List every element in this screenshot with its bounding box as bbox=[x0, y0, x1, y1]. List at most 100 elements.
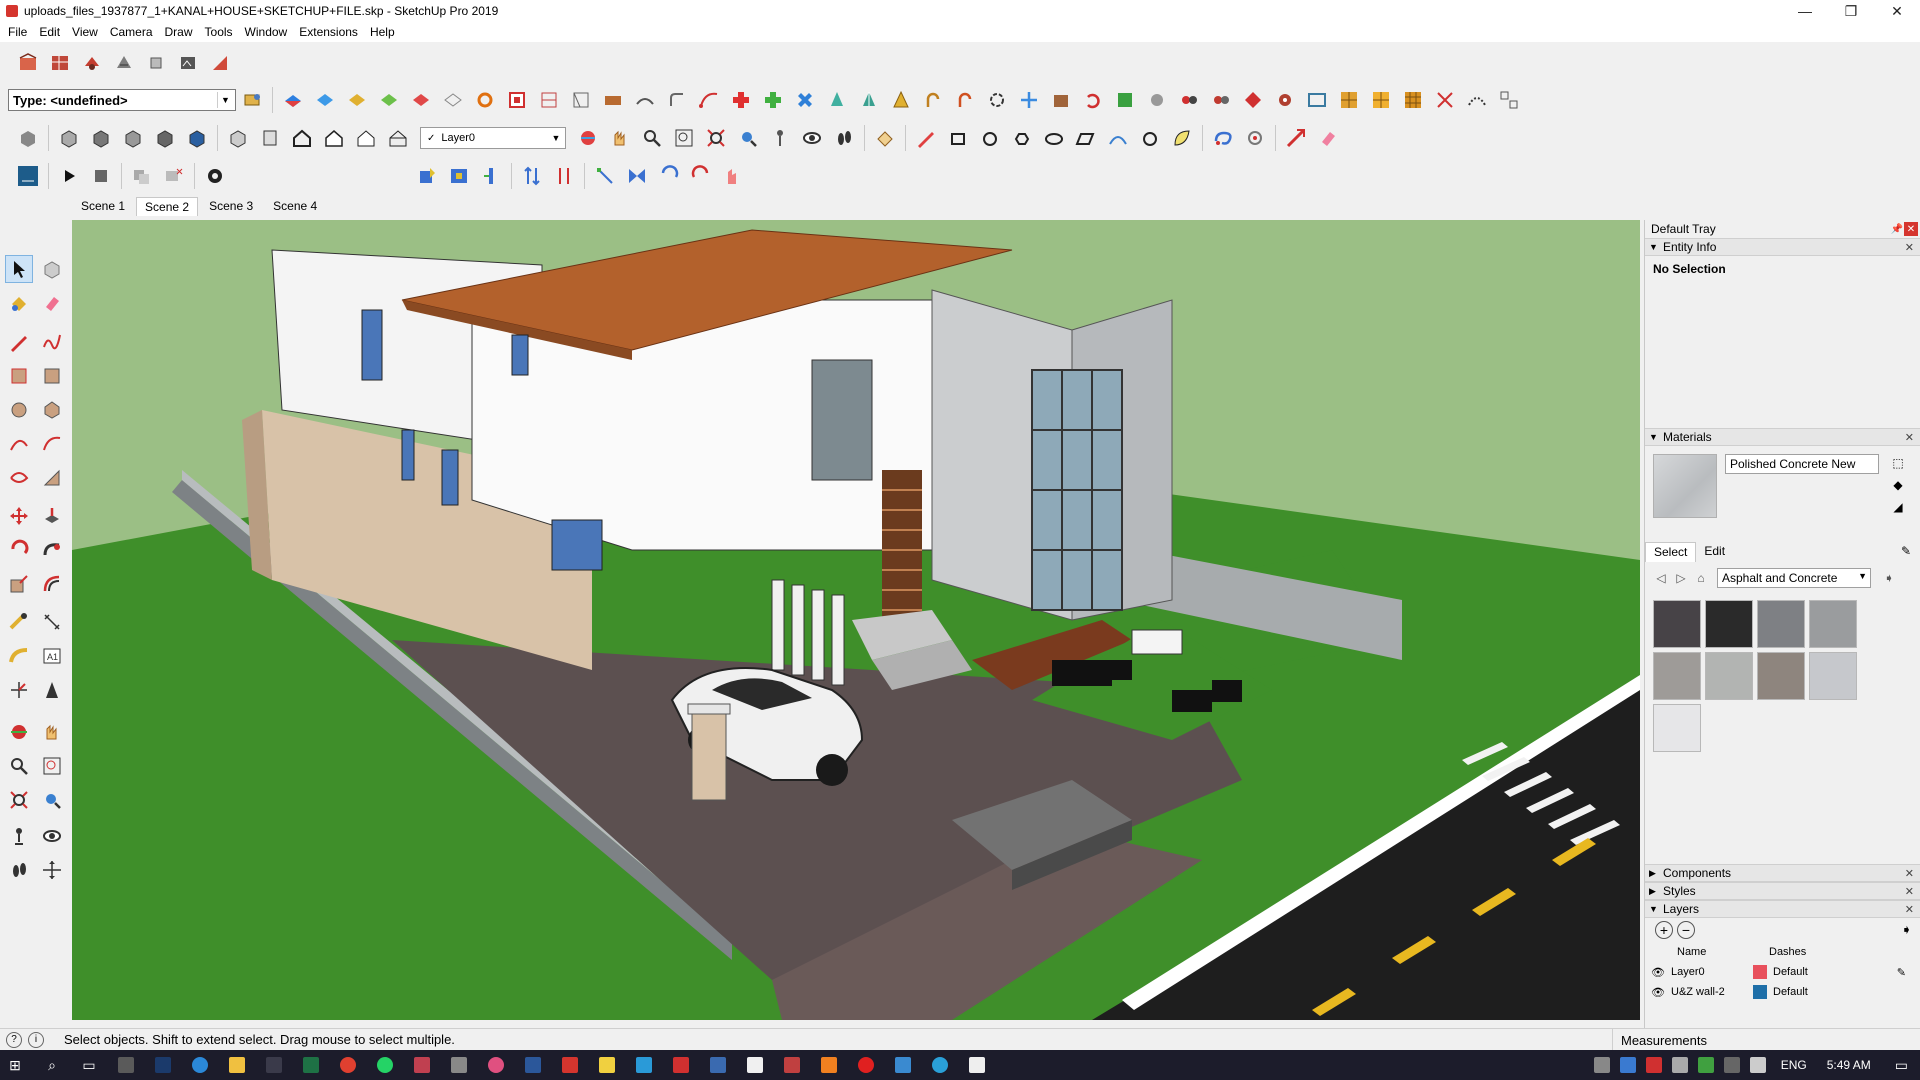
menu-tools[interactable]: Tools bbox=[201, 25, 241, 39]
bricks-icon[interactable] bbox=[599, 86, 627, 114]
forward-arrow-icon[interactable]: ▷ bbox=[1671, 568, 1691, 588]
zoom-tool-icon[interactable] bbox=[5, 752, 33, 780]
opera-icon[interactable] bbox=[851, 1050, 881, 1080]
close-icon[interactable]: ✕ bbox=[1904, 222, 1918, 236]
rotated-rectangle-icon[interactable] bbox=[38, 362, 66, 390]
axes-icon[interactable] bbox=[5, 676, 33, 704]
layer-color-swatch[interactable] bbox=[1753, 965, 1767, 979]
windows-start-icon[interactable]: ⊞ bbox=[0, 1050, 30, 1080]
previous-tool-icon[interactable] bbox=[38, 786, 66, 814]
close-icon[interactable]: ✕ bbox=[1905, 431, 1914, 444]
tree-green-icon[interactable] bbox=[1111, 86, 1139, 114]
edge-icon[interactable] bbox=[185, 1050, 215, 1080]
notes-icon[interactable] bbox=[592, 1050, 622, 1080]
circle-tool-icon[interactable] bbox=[5, 396, 33, 424]
arrows-updown-red-icon[interactable] bbox=[550, 162, 578, 190]
column-name[interactable]: Name bbox=[1671, 946, 1769, 958]
circle-icon[interactable] bbox=[976, 124, 1004, 152]
add-detail-icon[interactable] bbox=[439, 86, 467, 114]
spiral-icon[interactable] bbox=[983, 86, 1011, 114]
rotate-icon[interactable] bbox=[5, 536, 33, 564]
material-name-field[interactable]: Polished Concrete New bbox=[1725, 454, 1879, 474]
document-icon[interactable] bbox=[962, 1050, 992, 1080]
visibility-eye-icon[interactable]: 👁 bbox=[1651, 966, 1665, 979]
layer-row[interactable]: 👁 U&Z wall-2 Default bbox=[1645, 982, 1920, 1002]
push-pull-icon[interactable] bbox=[38, 502, 66, 530]
word-icon[interactable] bbox=[518, 1050, 548, 1080]
add-layer-icon[interactable]: + bbox=[1655, 921, 1673, 939]
geo-location-icon[interactable]: ? bbox=[6, 1031, 22, 1048]
close-window-button[interactable]: ✕ bbox=[1874, 0, 1920, 22]
material-swatch[interactable] bbox=[1809, 652, 1857, 700]
app-icon[interactable] bbox=[407, 1050, 437, 1080]
warehouse-icon[interactable] bbox=[14, 49, 42, 77]
orbit-tool-icon[interactable] bbox=[5, 718, 33, 746]
previous-view-icon[interactable] bbox=[734, 124, 762, 152]
grid-orange-3-icon[interactable] bbox=[1399, 86, 1427, 114]
clock[interactable]: 5:49 AM bbox=[1827, 1058, 1871, 1072]
lasso-2-icon[interactable] bbox=[1241, 124, 1269, 152]
info-icon[interactable]: i bbox=[28, 1031, 44, 1048]
polygon-icon[interactable] bbox=[1008, 124, 1036, 152]
menu-draw[interactable]: Draw bbox=[161, 25, 201, 39]
back-view-icon[interactable] bbox=[183, 124, 211, 152]
freehand-icon[interactable] bbox=[38, 328, 66, 356]
app-icon[interactable] bbox=[629, 1050, 659, 1080]
tab-edit[interactable]: Edit bbox=[1696, 542, 1733, 562]
diagonal-arrow-icon[interactable] bbox=[591, 162, 619, 190]
lasso-icon[interactable] bbox=[1209, 124, 1237, 152]
close-icon[interactable]: ✕ bbox=[1905, 885, 1914, 898]
arc-tool-icon[interactable] bbox=[5, 430, 33, 458]
section-cut-icon[interactable] bbox=[567, 86, 595, 114]
language-indicator[interactable]: ENG bbox=[1781, 1058, 1807, 1072]
pdf-icon[interactable] bbox=[740, 1050, 770, 1080]
grid-orange-icon[interactable] bbox=[1335, 86, 1363, 114]
calculator-icon[interactable] bbox=[111, 1050, 141, 1080]
tab-scene-2[interactable]: Scene 2 bbox=[136, 197, 199, 216]
cone-icon[interactable] bbox=[823, 86, 851, 114]
top-view-icon[interactable] bbox=[87, 124, 115, 152]
display-section-icon[interactable] bbox=[535, 86, 563, 114]
sandbox-from-scratch-icon[interactable] bbox=[311, 86, 339, 114]
material-swatch[interactable] bbox=[1653, 704, 1701, 752]
layer-row[interactable]: 👁 Layer0 Default ✎ bbox=[1645, 962, 1920, 982]
position-camera-tool-icon[interactable] bbox=[5, 822, 33, 850]
flower-shape-icon[interactable] bbox=[1136, 124, 1164, 152]
box-brown-icon[interactable] bbox=[1047, 86, 1075, 114]
notifications-icon[interactable]: ▭ bbox=[1895, 1057, 1908, 1074]
layer-dashes[interactable]: Default bbox=[1767, 986, 1808, 998]
scale-red-icon[interactable] bbox=[1282, 124, 1310, 152]
layout-grid-icon[interactable] bbox=[1495, 86, 1523, 114]
connect-red-icon[interactable] bbox=[1175, 86, 1203, 114]
position-camera-icon[interactable] bbox=[766, 124, 794, 152]
material-swatch[interactable] bbox=[1809, 600, 1857, 648]
stop-icon[interactable] bbox=[87, 162, 115, 190]
minimize-button[interactable]: — bbox=[1782, 0, 1828, 22]
arc-blue-icon[interactable] bbox=[1104, 124, 1132, 152]
flower-icon[interactable] bbox=[1271, 86, 1299, 114]
arc-hook-2-icon[interactable] bbox=[951, 86, 979, 114]
offset-icon[interactable] bbox=[38, 570, 66, 598]
walk-icon[interactable] bbox=[830, 124, 858, 152]
xray-icon[interactable] bbox=[224, 124, 252, 152]
three-point-arc-icon[interactable] bbox=[5, 464, 33, 492]
play-icon[interactable] bbox=[55, 162, 83, 190]
restore-button[interactable]: ❐ bbox=[1828, 0, 1874, 22]
task-view-icon[interactable]: ▭ bbox=[74, 1050, 104, 1080]
layout-send-icon[interactable] bbox=[206, 49, 234, 77]
zoom-icon[interactable] bbox=[638, 124, 666, 152]
sample-paint-icon[interactable]: ◢ bbox=[1889, 498, 1907, 516]
diamond-red-icon[interactable] bbox=[1239, 86, 1267, 114]
menu-help[interactable]: Help bbox=[366, 25, 403, 39]
rotate-blue-icon[interactable] bbox=[655, 162, 683, 190]
layers-header[interactable]: ▼ Layers ✕ bbox=[1645, 900, 1920, 918]
tab-scene-3[interactable]: Scene 3 bbox=[200, 196, 262, 216]
tape-measure-icon[interactable] bbox=[5, 608, 33, 636]
details-arrow-icon[interactable]: ➧ bbox=[1879, 568, 1899, 588]
close-icon[interactable]: ✕ bbox=[1905, 867, 1914, 880]
file-explorer-icon[interactable] bbox=[222, 1050, 252, 1080]
chevron-down-icon[interactable]: ▼ bbox=[217, 92, 233, 108]
app-icon[interactable] bbox=[703, 1050, 733, 1080]
text-tool-icon[interactable]: A1 bbox=[38, 642, 66, 670]
bowtie-icon[interactable] bbox=[623, 162, 651, 190]
